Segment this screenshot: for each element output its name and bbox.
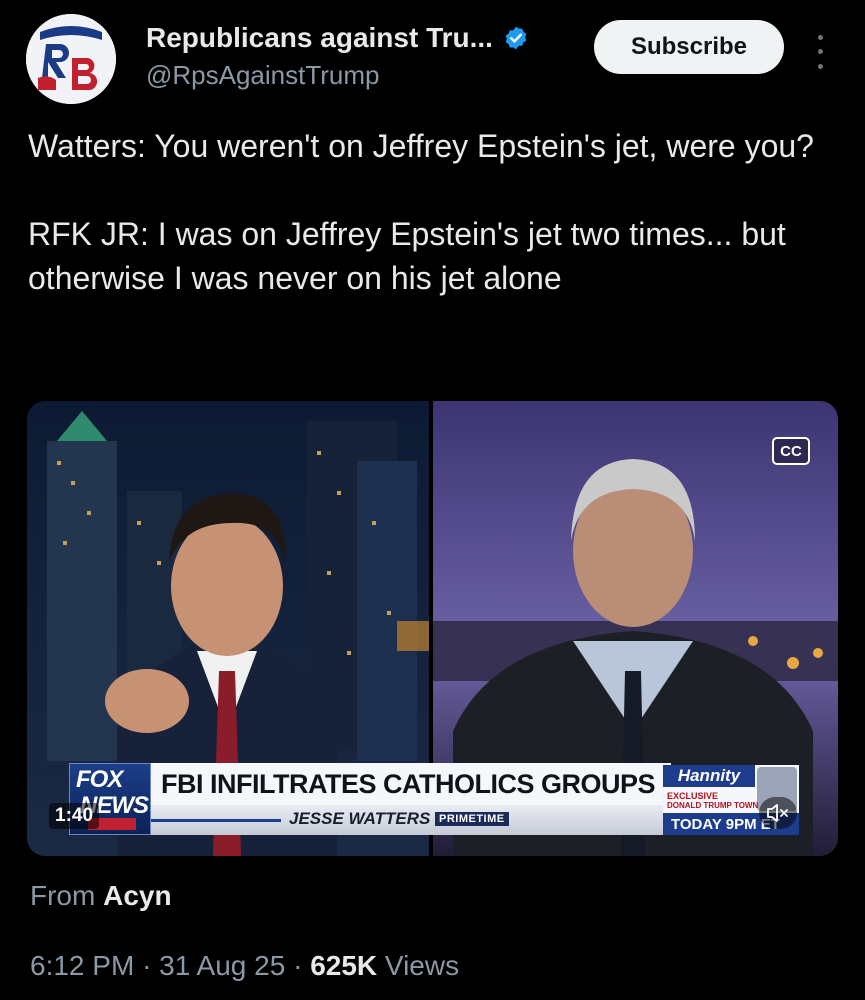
views-count[interactable]: 625K: [310, 950, 377, 981]
news-chyron: FOX NEWS FBI INFILTRATES CATHOLICS GROUP…: [27, 759, 838, 839]
tweet-paragraph-1: Watters: You weren't on Jeffrey Epstein'…: [28, 128, 814, 164]
display-name[interactable]: Republicans against Tru...: [146, 22, 493, 54]
promo-show: Hannity: [663, 765, 755, 787]
closed-captions-icon[interactable]: CC: [772, 437, 810, 465]
chyron-headline: FBI INFILTRATES CATHOLICS GROUPS: [151, 763, 671, 805]
avatar-logo-icon: [26, 14, 116, 104]
subscribe-button[interactable]: Subscribe: [594, 20, 784, 74]
views-label: Views: [384, 950, 460, 981]
meta-separator: ·: [293, 950, 303, 981]
more-dots-icon[interactable]: [808, 30, 832, 74]
show-bar: JESSE WATTERS PRIMETIME: [151, 805, 671, 835]
attribution-source-link[interactable]: Acyn: [103, 880, 171, 911]
network-line1: FOX: [76, 766, 123, 793]
promo-exclusive: EXCLUSIVE: [667, 791, 719, 801]
video-timestamp: 1:40: [49, 803, 100, 829]
show-name: JESSE WATTERS: [289, 809, 431, 828]
show-tag: PRIMETIME: [435, 812, 509, 826]
meta-separator: ·: [142, 950, 152, 981]
tweet-header: Republicans against Tru... @RpsAgainstTr…: [26, 14, 846, 104]
tweet-meta: 6:12 PM · 31 Aug 25 · 625K Views: [30, 950, 459, 982]
tweet-paragraph-2: RFK JR: I was on Jeffrey Epstein's jet t…: [28, 216, 786, 296]
video-player[interactable]: CC FOX NEWS FBI INFILTRATES CATHOLICS GR…: [27, 401, 838, 856]
handle[interactable]: @RpsAgainstTrump: [146, 60, 380, 91]
tweet-time[interactable]: 6:12 PM: [30, 950, 134, 981]
mute-speaker-icon[interactable]: [759, 797, 797, 829]
avatar[interactable]: [26, 14, 116, 104]
verified-badge-icon: [505, 26, 527, 50]
tweet-date[interactable]: 31 Aug 25: [159, 950, 285, 981]
attribution: From Acyn: [30, 880, 172, 912]
tweet-text: Watters: You weren't on Jeffrey Epstein'…: [28, 124, 838, 300]
attribution-prefix: From: [30, 880, 96, 911]
promo-town-hall: DONALD TRUMP TOWN: [667, 801, 759, 810]
